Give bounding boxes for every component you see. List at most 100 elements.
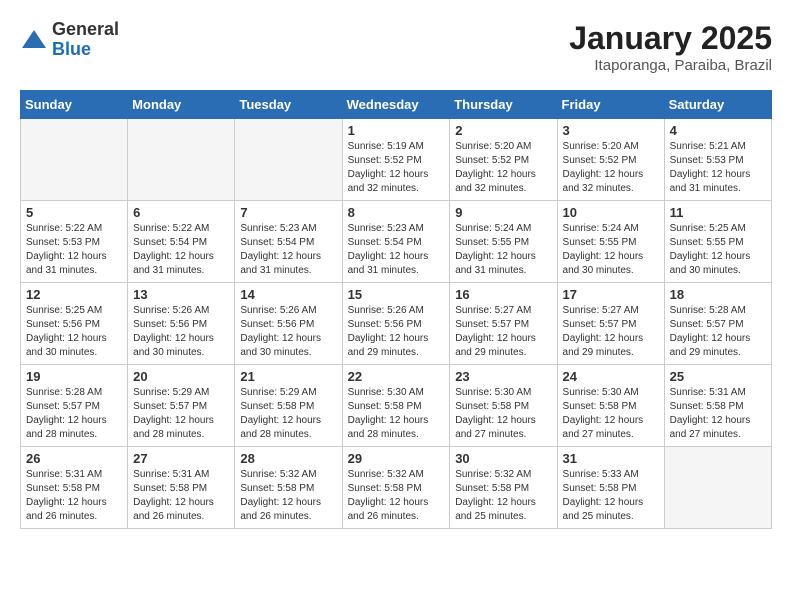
- day-number: 17: [563, 287, 659, 302]
- day-info: Sunrise: 5:25 AM Sunset: 5:55 PM Dayligh…: [670, 222, 766, 278]
- day-info: Sunrise: 5:24 AM Sunset: 5:55 PM Dayligh…: [563, 222, 659, 278]
- day-number: 4: [670, 123, 766, 138]
- calendar-cell: 23Sunrise: 5:30 AM Sunset: 5:58 PM Dayli…: [450, 365, 557, 447]
- calendar-cell: 24Sunrise: 5:30 AM Sunset: 5:58 PM Dayli…: [557, 365, 664, 447]
- day-info: Sunrise: 5:31 AM Sunset: 5:58 PM Dayligh…: [26, 468, 122, 524]
- day-info: Sunrise: 5:32 AM Sunset: 5:58 PM Dayligh…: [455, 468, 551, 524]
- calendar-cell: [128, 119, 235, 201]
- calendar-cell: 20 Sunrise: 5:29 AM Sunset: 5:57 PM Dayli…: [128, 365, 235, 447]
- calendar-week-row: 26Sunrise: 5:31 AM Sunset: 5:58 PM Dayli…: [21, 447, 772, 529]
- calendar-cell: 16 Sunrise: 5:27 AM Sunset: 5:57 PM Dayli…: [450, 283, 557, 365]
- calendar-week-row: 12Sunrise: 5:25 AM Sunset: 5:56 PM Dayli…: [21, 283, 772, 365]
- day-info: Sunrise: 5:24 AM Sunset: 5:55 PM Dayligh…: [455, 222, 551, 278]
- day-number: 1: [348, 123, 445, 138]
- title-block: January 2025 Itaporanga, Paraiba, Brazil: [569, 20, 772, 74]
- day-number: 16: [455, 287, 551, 302]
- day-info: Sunrise: 5:26 AM Sunset: 5:56 PM Dayligh…: [133, 304, 229, 360]
- day-info: Sunrise: 5:21 AM Sunset: 5:53 PM Dayligh…: [670, 140, 766, 196]
- calendar-cell: 31 Sunrise: 5:33 AM Sunset: 5:58 PM Dayli…: [557, 447, 664, 529]
- calendar-cell: 1 Sunrise: 5:19 AM Sunset: 5:52 PM Daylig…: [342, 119, 450, 201]
- day-info: Sunrise: 5:29 AM Sunset: 5:57 PM Dayligh…: [133, 386, 229, 442]
- day-number: 23: [455, 369, 551, 384]
- day-number: 19: [26, 369, 122, 384]
- day-info: Sunrise: 5:27 AM Sunset: 5:57 PM Dayligh…: [563, 304, 659, 360]
- calendar-cell: 15 Sunrise: 5:26 AM Sunset: 5:56 PM Dayli…: [342, 283, 450, 365]
- calendar-cell: 26Sunrise: 5:31 AM Sunset: 5:58 PM Dayli…: [21, 447, 128, 529]
- day-info: Sunrise: 5:22 AM Sunset: 5:53 PM Dayligh…: [26, 222, 122, 278]
- day-number: 31: [563, 451, 659, 466]
- day-info: Sunrise: 5:32 AM Sunset: 5:58 PM Dayligh…: [348, 468, 445, 524]
- day-info: Sunrise: 5:20 AM Sunset: 5:52 PM Dayligh…: [563, 140, 659, 196]
- calendar-cell: 2Sunrise: 5:20 AM Sunset: 5:52 PM Daylig…: [450, 119, 557, 201]
- calendar-cell: 7 Sunrise: 5:23 AM Sunset: 5:54 PM Daylig…: [235, 201, 342, 283]
- day-info: Sunrise: 5:23 AM Sunset: 5:54 PM Dayligh…: [240, 222, 336, 278]
- calendar-cell: [664, 447, 771, 529]
- day-number: 21: [240, 369, 336, 384]
- logo-text: General Blue: [52, 20, 119, 60]
- calendar-cell: 22 Sunrise: 5:30 AM Sunset: 5:58 PM Dayli…: [342, 365, 450, 447]
- day-info: Sunrise: 5:29 AM Sunset: 5:58 PM Dayligh…: [240, 386, 336, 442]
- calendar-cell: [21, 119, 128, 201]
- day-number: 30: [455, 451, 551, 466]
- day-number: 14: [240, 287, 336, 302]
- calendar-header-saturday: Saturday: [664, 91, 771, 119]
- calendar-header-tuesday: Tuesday: [235, 91, 342, 119]
- day-info: Sunrise: 5:31 AM Sunset: 5:58 PM Dayligh…: [133, 468, 229, 524]
- day-info: Sunrise: 5:19 AM Sunset: 5:52 PM Dayligh…: [348, 140, 445, 196]
- calendar-cell: 27 Sunrise: 5:31 AM Sunset: 5:58 PM Dayli…: [128, 447, 235, 529]
- day-number: 29: [348, 451, 445, 466]
- calendar-cell: 18 Sunrise: 5:28 AM Sunset: 5:57 PM Dayli…: [664, 283, 771, 365]
- day-number: 5: [26, 205, 122, 220]
- day-number: 10: [563, 205, 659, 220]
- logo-general: General: [52, 20, 119, 40]
- day-number: 27: [133, 451, 229, 466]
- day-number: 25: [670, 369, 766, 384]
- day-number: 8: [348, 205, 445, 220]
- calendar-cell: 5 Sunrise: 5:22 AM Sunset: 5:53 PM Daylig…: [21, 201, 128, 283]
- day-info: Sunrise: 5:23 AM Sunset: 5:54 PM Dayligh…: [348, 222, 445, 278]
- calendar-cell: 9 Sunrise: 5:24 AM Sunset: 5:55 PM Daylig…: [450, 201, 557, 283]
- calendar-cell: 28Sunrise: 5:32 AM Sunset: 5:58 PM Dayli…: [235, 447, 342, 529]
- calendar-header-thursday: Thursday: [450, 91, 557, 119]
- calendar-header-friday: Friday: [557, 91, 664, 119]
- day-info: Sunrise: 5:26 AM Sunset: 5:56 PM Dayligh…: [348, 304, 445, 360]
- calendar-cell: 19Sunrise: 5:28 AM Sunset: 5:57 PM Dayli…: [21, 365, 128, 447]
- calendar-week-row: 5 Sunrise: 5:22 AM Sunset: 5:53 PM Daylig…: [21, 201, 772, 283]
- month-title: January 2025: [569, 20, 772, 57]
- logo-blue: Blue: [52, 40, 119, 60]
- day-info: Sunrise: 5:28 AM Sunset: 5:57 PM Dayligh…: [670, 304, 766, 360]
- calendar-cell: 8 Sunrise: 5:23 AM Sunset: 5:54 PM Daylig…: [342, 201, 450, 283]
- calendar-cell: 11Sunrise: 5:25 AM Sunset: 5:55 PM Dayli…: [664, 201, 771, 283]
- calendar-cell: 13 Sunrise: 5:26 AM Sunset: 5:56 PM Dayli…: [128, 283, 235, 365]
- logo-icon: [20, 26, 48, 54]
- calendar-cell: 6Sunrise: 5:22 AM Sunset: 5:54 PM Daylig…: [128, 201, 235, 283]
- day-number: 28: [240, 451, 336, 466]
- calendar-cell: 29 Sunrise: 5:32 AM Sunset: 5:58 PM Dayli…: [342, 447, 450, 529]
- day-number: 13: [133, 287, 229, 302]
- calendar-header-row: SundayMondayTuesdayWednesdayThursdayFrid…: [21, 91, 772, 119]
- calendar-cell: 25Sunrise: 5:31 AM Sunset: 5:58 PM Dayli…: [664, 365, 771, 447]
- calendar-table: SundayMondayTuesdayWednesdayThursdayFrid…: [20, 90, 772, 529]
- calendar-header-monday: Monday: [128, 91, 235, 119]
- day-number: 12: [26, 287, 122, 302]
- day-info: Sunrise: 5:30 AM Sunset: 5:58 PM Dayligh…: [348, 386, 445, 442]
- day-number: 20: [133, 369, 229, 384]
- day-info: Sunrise: 5:26 AM Sunset: 5:56 PM Dayligh…: [240, 304, 336, 360]
- calendar-header-wednesday: Wednesday: [342, 91, 450, 119]
- calendar-cell: 12Sunrise: 5:25 AM Sunset: 5:56 PM Dayli…: [21, 283, 128, 365]
- day-number: 9: [455, 205, 551, 220]
- calendar-cell: [235, 119, 342, 201]
- day-number: 6: [133, 205, 229, 220]
- day-info: Sunrise: 5:30 AM Sunset: 5:58 PM Dayligh…: [563, 386, 659, 442]
- day-info: Sunrise: 5:33 AM Sunset: 5:58 PM Dayligh…: [563, 468, 659, 524]
- day-number: 15: [348, 287, 445, 302]
- calendar-week-row: 1 Sunrise: 5:19 AM Sunset: 5:52 PM Daylig…: [21, 119, 772, 201]
- calendar-cell: 14 Sunrise: 5:26 AM Sunset: 5:56 PM Dayli…: [235, 283, 342, 365]
- day-number: 2: [455, 123, 551, 138]
- day-info: Sunrise: 5:27 AM Sunset: 5:57 PM Dayligh…: [455, 304, 551, 360]
- day-number: 18: [670, 287, 766, 302]
- day-number: 7: [240, 205, 336, 220]
- calendar-cell: 17 Sunrise: 5:27 AM Sunset: 5:57 PM Dayli…: [557, 283, 664, 365]
- day-number: 22: [348, 369, 445, 384]
- calendar-week-row: 19Sunrise: 5:28 AM Sunset: 5:57 PM Dayli…: [21, 365, 772, 447]
